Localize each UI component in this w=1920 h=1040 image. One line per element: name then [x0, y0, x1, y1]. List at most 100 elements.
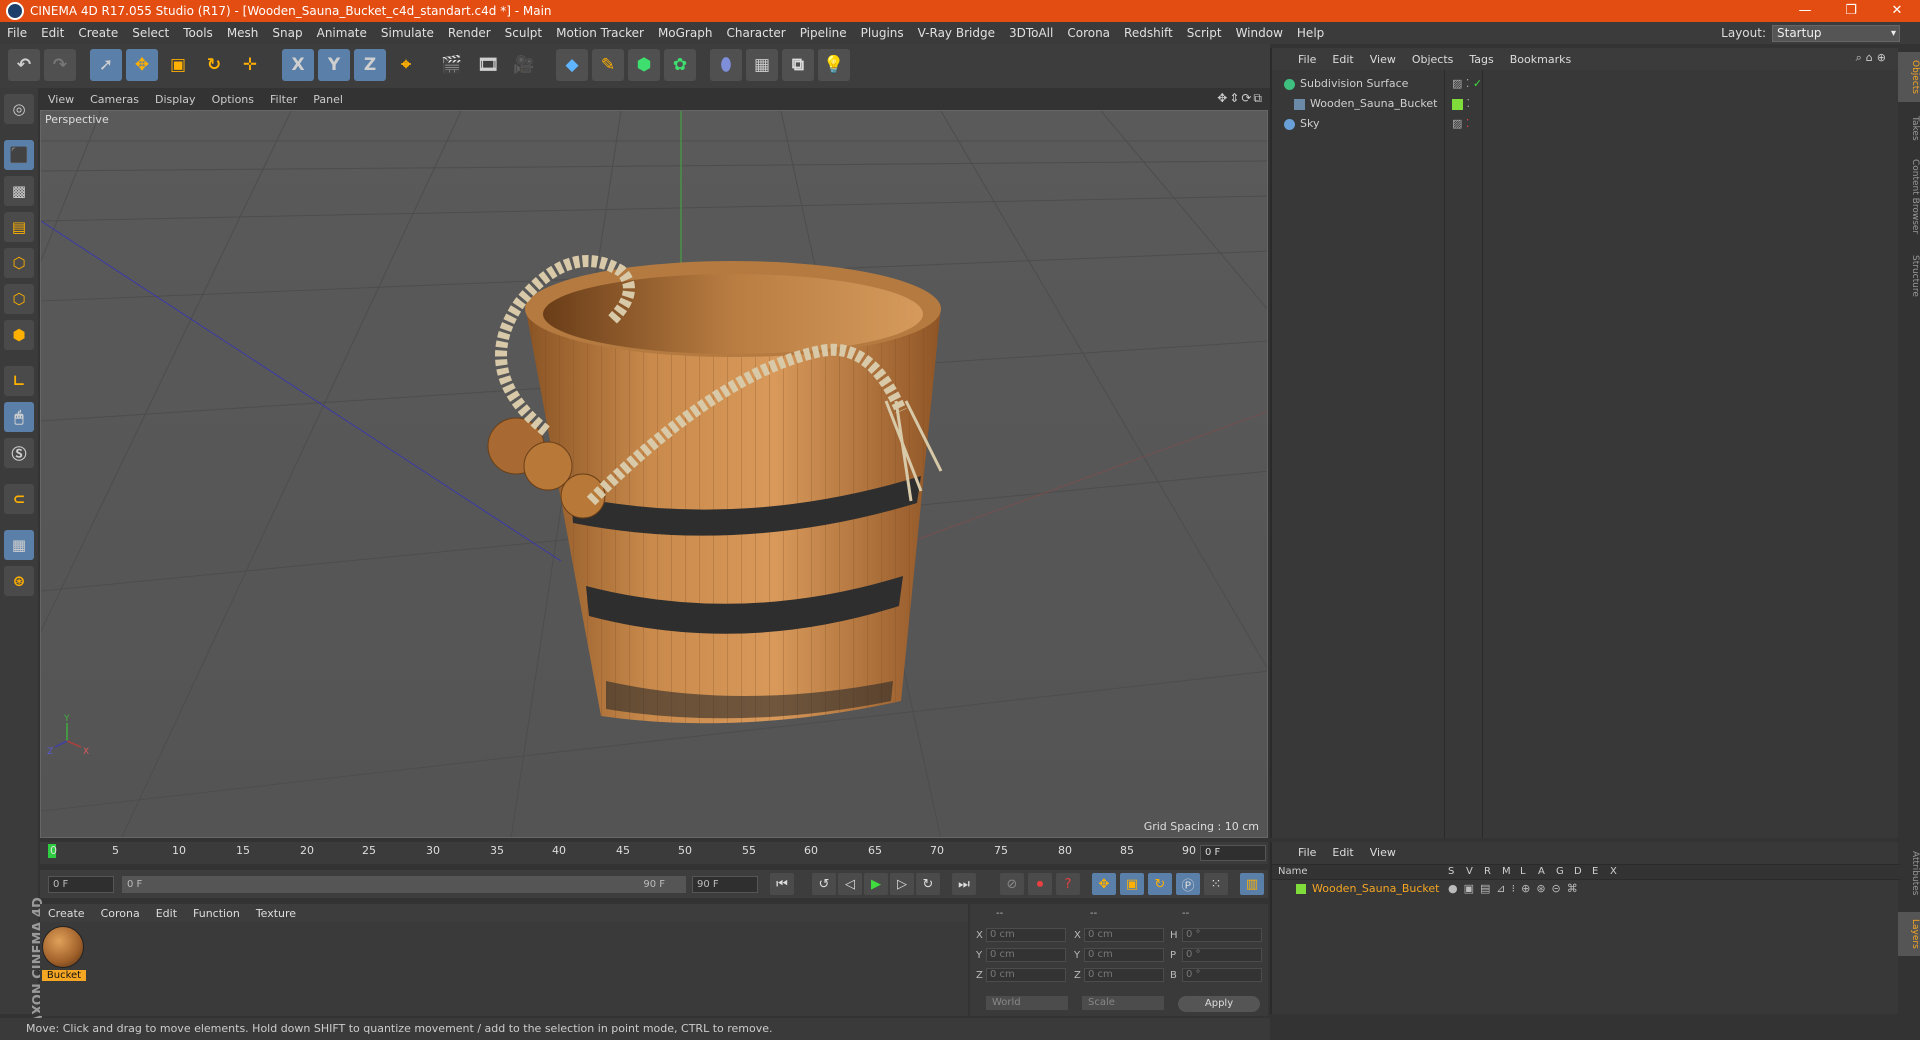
- workplane-icon[interactable]: ▤: [4, 212, 34, 242]
- viewport-menu-display[interactable]: Display: [147, 93, 204, 106]
- polygons-mode-icon[interactable]: ⬢: [4, 320, 34, 350]
- start-frame-field[interactable]: 0 F: [48, 876, 114, 893]
- tab-takes[interactable]: Takes: [1898, 108, 1920, 148]
- lm-menu-file[interactable]: File: [1272, 846, 1324, 859]
- menu-simulate[interactable]: Simulate: [374, 26, 441, 40]
- om-search-home-icons[interactable]: ⌕⌂⊕: [1856, 51, 1890, 65]
- menu-select[interactable]: Select: [125, 26, 176, 40]
- menu-edit[interactable]: Edit: [34, 26, 71, 40]
- viewport-menu-panel[interactable]: Panel: [305, 93, 351, 106]
- frame-range-slider[interactable]: 0 F 90 F: [122, 876, 686, 893]
- minimize-button[interactable]: —: [1782, 0, 1828, 22]
- end-frame-field[interactable]: 90 F: [692, 876, 758, 893]
- snap-icon[interactable]: Ⓢ: [4, 438, 34, 468]
- layer-name[interactable]: Wooden_Sauna_Bucket: [1312, 882, 1439, 895]
- close-button[interactable]: ✕: [1874, 0, 1920, 22]
- grid-lock-icon[interactable]: ▦: [4, 530, 34, 560]
- record-keys-icon[interactable]: ⏺: [1028, 873, 1052, 895]
- menu-animate[interactable]: Animate: [310, 26, 374, 40]
- render-view-icon[interactable]: 🎬: [436, 49, 468, 81]
- menu-vray-bridge[interactable]: V-Ray Bridge: [911, 26, 1002, 40]
- position-x-field[interactable]: 0 cm: [986, 928, 1066, 942]
- rotation-b-field[interactable]: 0 °: [1182, 968, 1262, 982]
- menu-help[interactable]: Help: [1290, 26, 1331, 40]
- material-menu-corona[interactable]: Corona: [93, 907, 148, 920]
- material-menu-edit[interactable]: Edit: [148, 907, 185, 920]
- sculpt-brush-icon[interactable]: ◎: [4, 94, 34, 124]
- om-menu-objects[interactable]: Objects: [1404, 53, 1462, 66]
- menu-window[interactable]: Window: [1229, 26, 1290, 40]
- edges-mode-icon[interactable]: ⬡: [4, 284, 34, 314]
- floor-scene-icon[interactable]: ▦: [746, 49, 778, 81]
- layout-dropdown[interactable]: Startup: [1772, 24, 1900, 42]
- om-menu-tags[interactable]: Tags: [1461, 53, 1501, 66]
- material-menu-function[interactable]: Function: [185, 907, 248, 920]
- rotate-icon[interactable]: ↻: [198, 49, 230, 81]
- current-frame-field[interactable]: 0 F: [1200, 845, 1266, 861]
- perspective-viewport[interactable]: Perspective Grid Spacing : 10 cm Y Z X: [40, 110, 1268, 838]
- size-z-field[interactable]: 0 cm: [1084, 968, 1164, 982]
- scale-icon[interactable]: ▣: [162, 49, 194, 81]
- move-icon[interactable]: ✥: [126, 49, 158, 81]
- lm-menu-view[interactable]: View: [1362, 846, 1404, 859]
- select-arrow-icon[interactable]: ➚: [90, 49, 122, 81]
- model-mode-icon[interactable]: ⬛: [4, 140, 34, 170]
- position-z-field[interactable]: 0 cm: [986, 968, 1066, 982]
- viewport-navigation-icons[interactable]: ✥⇕⟳⧉: [1217, 91, 1264, 106]
- go-to-end-icon[interactable]: ⏭: [952, 873, 976, 895]
- tab-content-browser[interactable]: Content Browser: [1898, 152, 1920, 242]
- menu-corona[interactable]: Corona: [1060, 26, 1117, 40]
- next-key-icon[interactable]: ↻: [916, 873, 940, 895]
- menu-mesh[interactable]: Mesh: [220, 26, 266, 40]
- transform-mode-dropdown[interactable]: Scale: [1082, 996, 1164, 1010]
- menu-3dtoall[interactable]: 3DToAll: [1002, 26, 1060, 40]
- mograph-cloner-icon[interactable]: ✿: [664, 49, 696, 81]
- play-icon[interactable]: ▶: [864, 873, 888, 895]
- previous-key-icon[interactable]: ↺: [812, 873, 836, 895]
- key-rotation-icon[interactable]: ↻: [1148, 873, 1172, 895]
- position-y-field[interactable]: 0 cm: [986, 948, 1066, 962]
- menu-motion-tracker[interactable]: Motion Tracker: [549, 26, 651, 40]
- menu-script[interactable]: Script: [1180, 26, 1229, 40]
- menu-plugins[interactable]: Plugins: [854, 26, 911, 40]
- subdivision-icon[interactable]: ⬢: [628, 49, 660, 81]
- menu-tools[interactable]: Tools: [176, 26, 220, 40]
- om-menu-bookmarks[interactable]: Bookmarks: [1502, 53, 1579, 66]
- axis-x-lock[interactable]: X: [282, 49, 314, 81]
- coordinate-mode-dropdown[interactable]: World: [986, 996, 1068, 1010]
- object-layer-tag[interactable]: ⁚: [1452, 94, 1470, 114]
- step-back-icon[interactable]: ◁: [838, 873, 862, 895]
- tab-objects[interactable]: Objects: [1898, 52, 1920, 102]
- cube-primitive-icon[interactable]: ◆: [556, 49, 588, 81]
- record-disabled-icon[interactable]: ⊘: [1000, 873, 1024, 895]
- lm-menu-edit[interactable]: Edit: [1324, 846, 1361, 859]
- grid-snap-icon[interactable]: ⊛: [4, 566, 34, 596]
- render-picture-viewer-icon[interactable]: 🎞: [472, 49, 504, 81]
- deformer-icon[interactable]: ⬮: [710, 49, 742, 81]
- layer-row[interactable]: Wooden_Sauna_Bucket ●▣▤⊿⁝⊕⊛⊝⌘: [1272, 880, 1900, 898]
- viewport-menu-filter[interactable]: Filter: [262, 93, 305, 106]
- transform-icon[interactable]: ✛: [234, 49, 266, 81]
- timeline-window-icon[interactable]: ▥: [1240, 873, 1264, 895]
- object-visibility-icons[interactable]: ▨ ⁚: [1452, 114, 1469, 134]
- points-mode-icon[interactable]: ⬡: [4, 248, 34, 278]
- object-visibility-icons[interactable]: ▨ ⁚ ✓: [1452, 74, 1482, 94]
- tweak-mode-icon[interactable]: 🖱: [4, 402, 34, 432]
- om-menu-edit[interactable]: Edit: [1324, 53, 1361, 66]
- apply-button[interactable]: Apply: [1178, 996, 1260, 1012]
- axis-mode-icon[interactable]: ∟: [4, 366, 34, 396]
- material-swatch[interactable]: Bucket: [42, 926, 86, 984]
- menu-redshift[interactable]: Redshift: [1117, 26, 1180, 40]
- undo-icon[interactable]: ↶: [8, 49, 40, 81]
- viewport-menu-options[interactable]: Options: [204, 93, 262, 106]
- redo-icon[interactable]: ↷: [44, 49, 76, 81]
- menu-sculpt[interactable]: Sculpt: [498, 26, 549, 40]
- layer-toggle-icons[interactable]: ●▣▤⊿⁝⊕⊛⊝⌘: [1448, 882, 1584, 895]
- viewport-menu-cameras[interactable]: Cameras: [82, 93, 147, 106]
- autokey-icon[interactable]: ?: [1056, 873, 1080, 895]
- size-x-field[interactable]: 0 cm: [1084, 928, 1164, 942]
- om-menu-view[interactable]: View: [1362, 53, 1404, 66]
- render-settings-icon[interactable]: 🎥: [508, 49, 540, 81]
- menu-render[interactable]: Render: [441, 26, 498, 40]
- key-scale-icon[interactable]: ▣: [1120, 873, 1144, 895]
